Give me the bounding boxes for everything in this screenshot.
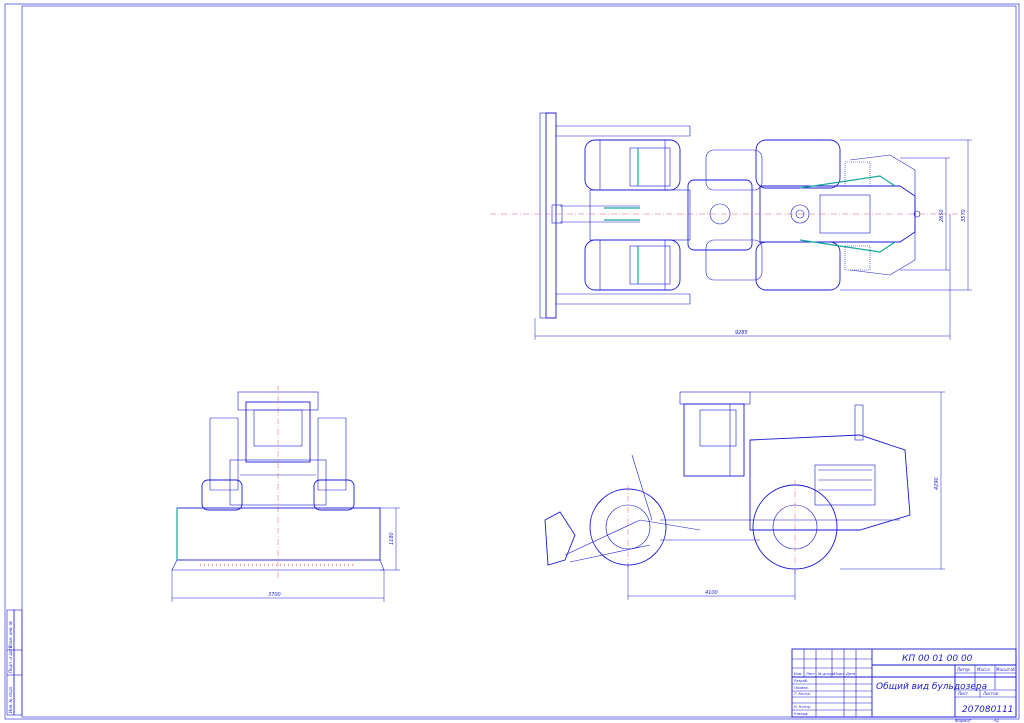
outer-frame	[4, 3, 1020, 720]
tb-col-litera: Литер	[956, 667, 970, 672]
top-view: 9285 3570 2650	[490, 112, 972, 340]
dim-front-blade-height: 1180	[389, 532, 395, 545]
tb-row-approve: Утверд.	[794, 712, 809, 716]
tb-header-list: Лист	[805, 672, 816, 676]
title-block: Изм Лист № докум Подп Дата Разраб. Прове…	[791, 648, 1017, 723]
dim-side-wheelbase: 4100	[705, 590, 718, 596]
tb-format-label: Формат	[955, 718, 972, 723]
tb-col-mass: Масса	[977, 667, 990, 672]
tb-col-scale: Масштаб	[996, 667, 1016, 672]
tb-header-doc: № докум	[817, 672, 835, 676]
tb-doc-number: 207080111	[962, 705, 1014, 715]
dim-side-height: 4290	[934, 477, 940, 490]
tb-header-izm: Изм	[794, 672, 802, 676]
tb-format-value: А1	[993, 718, 999, 723]
tb-row-develop: Разраб.	[794, 679, 808, 683]
dim-top-width-outer: 3570	[961, 209, 967, 222]
dim-top-width-inner: 2650	[939, 209, 945, 222]
left-margin-stamp: Инв. № подл. Подп. и дата Взам. инв. №	[6, 609, 23, 716]
tb-row-tcontrol: Т. Контр.	[794, 692, 811, 696]
tb-row-ncontrol: Н. Контр.	[794, 705, 812, 709]
drawing-sheet: Инв. № подл. Подп. и дата Взам. инв. № 9…	[4, 3, 1020, 723]
tb-header-sign: Подп	[834, 672, 844, 676]
margin-label-replace: Взам. инв. №	[8, 621, 13, 648]
tb-header-date: Дата	[845, 672, 855, 676]
tb-title: Общий вид бульдозера	[876, 682, 987, 692]
side-view: 4100 4290	[544, 391, 945, 600]
tb-row-check: Провер.	[794, 686, 809, 690]
dim-front-width: 3700	[268, 592, 281, 598]
margin-label-inv: Инв. № подл.	[8, 685, 13, 713]
front-view: 1180 3700	[171, 385, 400, 602]
inner-frame	[21, 5, 1017, 718]
dim-top-length: 9285	[735, 330, 748, 336]
tb-doc-code: КП 00 01 00 00	[902, 654, 973, 664]
margin-label-sign: Подп. и дата	[8, 645, 13, 673]
